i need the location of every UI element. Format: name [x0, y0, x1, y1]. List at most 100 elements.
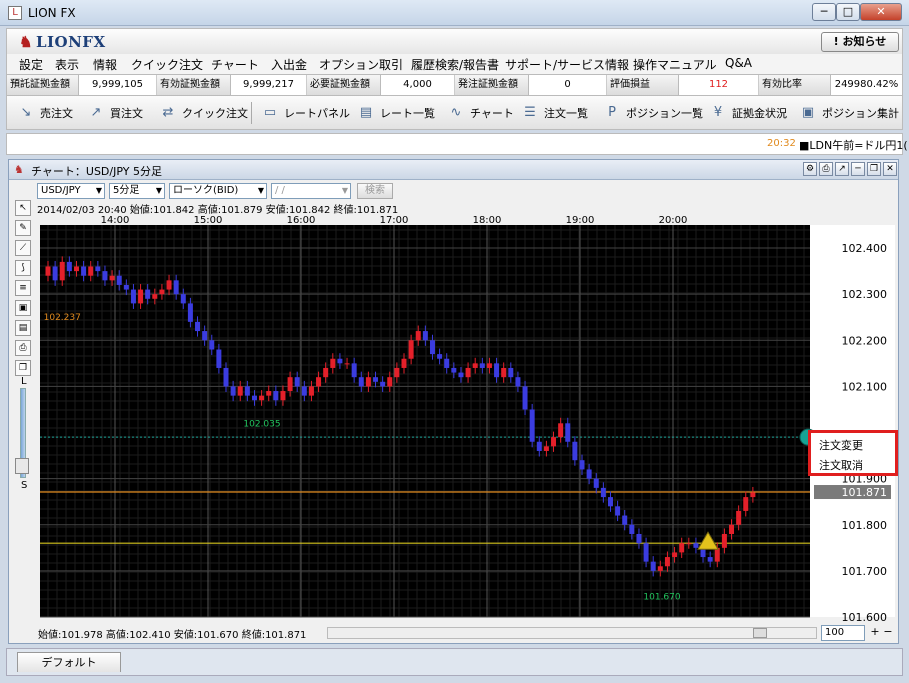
position-list-button[interactable]: P ポジション一覧 — [603, 103, 703, 123]
chart-close-icon[interactable]: ✕ — [883, 162, 897, 176]
scrollbar-thumb[interactable] — [753, 628, 767, 638]
sell-order-label: 売注文 — [40, 107, 73, 120]
chart-bottom-bar: 始値:101.978 高値:102.410 安値:101.670 終値:101.… — [35, 625, 898, 641]
position-summary-icon: ▣ — [801, 105, 815, 120]
search-button[interactable]: 検索 — [357, 183, 393, 199]
sell-order-button[interactable]: ↘ 売注文 — [17, 103, 73, 123]
menu-deposit[interactable]: 入出金 — [271, 56, 307, 73]
time-tick-label: 14:00 — [101, 215, 130, 226]
price-chart[interactable]: 14:00 15:00 16:00 17:00 18:00 19:00 20:00 102.4… — [40, 213, 895, 623]
candle-down — [52, 266, 58, 281]
chart-label: チャート — [470, 107, 514, 120]
lion-icon: ♞ — [19, 33, 33, 51]
high-annotation: 102.237 — [44, 313, 81, 323]
print-tool-icon[interactable]: ⎙ — [15, 340, 31, 356]
chart-pin-icon[interactable]: ↗ — [835, 162, 849, 176]
table-tool-icon[interactable]: ▤ — [15, 320, 31, 336]
candle-down — [650, 561, 656, 571]
price-axis-area — [810, 225, 895, 617]
close-button[interactable]: ✕ — [860, 3, 902, 21]
effective-ratio-value: 249980.42% — [834, 79, 899, 90]
candle-up — [501, 367, 507, 378]
candle-down — [693, 543, 699, 548]
modify-order-item[interactable]: 注文変更 — [819, 437, 863, 453]
buy-arrow-icon: ↗ — [90, 105, 102, 120]
candle-down — [130, 289, 136, 304]
menu-view[interactable]: 表示 — [55, 56, 79, 73]
zoom-select[interactable]: 100 — [821, 625, 865, 641]
candle-up — [672, 552, 678, 558]
candle-up — [394, 367, 400, 378]
candle-down — [444, 358, 450, 368]
candle-up — [152, 294, 158, 299]
rate-panel-icon: ▭ — [263, 105, 277, 120]
candle-down — [508, 367, 514, 378]
zoom-slider-knob[interactable] — [15, 458, 29, 474]
position-summary-button[interactable]: ▣ ポジション集計 — [799, 103, 899, 123]
chart-settings-icon[interactable]: ⚙ — [803, 162, 817, 176]
chevron-down-icon: ▼ — [341, 186, 348, 195]
menu-chart[interactable]: チャート — [211, 56, 259, 73]
menu-support[interactable]: サポート/サービス情報 — [505, 56, 629, 73]
candle-down — [173, 280, 179, 295]
chevron-down-icon: ▼ — [155, 186, 162, 195]
chart-minimize-icon[interactable]: ─ — [851, 162, 865, 176]
candle-down — [636, 533, 642, 544]
layout-tool-icon[interactable]: ▣ — [15, 300, 31, 316]
menu-quick-order[interactable]: クイック注文 — [131, 56, 203, 73]
candle-down — [123, 284, 129, 290]
order-list-button[interactable]: ☰ 注文一覧 — [521, 103, 588, 123]
copy-tool-icon[interactable]: ❐ — [15, 360, 31, 376]
margin-status-button[interactable]: ¥ 証拠金状況 — [709, 103, 787, 123]
chart-restore-icon[interactable]: ❐ — [867, 162, 881, 176]
candle-up — [280, 391, 286, 401]
candle-up — [743, 497, 749, 511]
order-list-icon: ☰ — [524, 105, 536, 120]
cursor-tool-icon[interactable]: ↖ — [15, 200, 31, 216]
buy-order-button[interactable]: ↗ 買注文 — [87, 103, 143, 123]
menu-manual[interactable]: 操作マニュアル — [633, 56, 717, 73]
candle-down — [216, 349, 222, 368]
candle-down — [536, 441, 542, 451]
candle-up — [237, 386, 243, 396]
interval-select[interactable]: 5分足 ▼ — [109, 183, 165, 199]
candle-up — [287, 377, 293, 392]
tab-default[interactable]: デフォルト — [17, 652, 121, 672]
price-tick-label: 102.100 — [842, 380, 888, 393]
menu-qa[interactable]: Q&A — [725, 56, 752, 70]
minimize-button[interactable]: ─ — [812, 3, 836, 21]
currency-pair-select[interactable]: USD/JPY ▼ — [37, 183, 105, 199]
menu-history[interactable]: 履歴検索/報告書 — [411, 56, 499, 73]
candle-type-select[interactable]: ローソク(BID) ▼ — [169, 183, 267, 199]
news-ticker: 20:32 ■LDN午前=ドル円1( — [6, 133, 908, 155]
chart-horizontal-scrollbar[interactable] — [327, 627, 817, 639]
logo-bar: ♞ LIONFX ! お知らせ — [6, 28, 903, 54]
menu-options[interactable]: オプション取引 — [319, 56, 403, 73]
zoom-out-icon[interactable]: − — [882, 626, 894, 639]
low-annotation-1: 102.035 — [243, 419, 280, 429]
candle-up — [415, 331, 421, 341]
chart-button[interactable]: ∿ チャート — [447, 103, 514, 123]
zoom-large-label: L — [21, 376, 27, 387]
menu-info[interactable]: 情報 — [93, 56, 117, 73]
maximize-button[interactable]: □ — [836, 3, 860, 21]
rate-panel-button[interactable]: ▭ レートパネル — [261, 103, 350, 123]
price-tick-label: 102.200 — [842, 334, 888, 347]
interval-value: 5分足 — [113, 185, 140, 196]
indicator-tool-icon[interactable]: ≡ — [15, 280, 31, 296]
toolbar-separator — [251, 102, 252, 124]
trendline-tool-icon[interactable]: ⟋ — [15, 240, 31, 256]
pen-tool-icon[interactable]: ✎ — [15, 220, 31, 236]
quick-order-button[interactable]: ⇄ クイック注文 — [159, 103, 248, 123]
candle-down — [380, 381, 386, 387]
date-input[interactable]: / / ▼ — [271, 183, 351, 199]
fib-tool-icon[interactable]: ⟆ — [15, 260, 31, 276]
menu-settings[interactable]: 設定 — [19, 56, 43, 73]
rate-list-button[interactable]: ▤ レート一覧 — [357, 103, 435, 123]
candle-down — [586, 469, 592, 479]
zoom-in-icon[interactable]: + — [869, 626, 881, 639]
ticker-text[interactable]: ■LDN午前=ドル円1( — [799, 137, 908, 153]
chart-print-icon[interactable]: ⎙ — [819, 162, 833, 176]
cancel-order-item[interactable]: 注文取消 — [819, 457, 863, 473]
notice-button[interactable]: ! お知らせ — [821, 32, 899, 52]
